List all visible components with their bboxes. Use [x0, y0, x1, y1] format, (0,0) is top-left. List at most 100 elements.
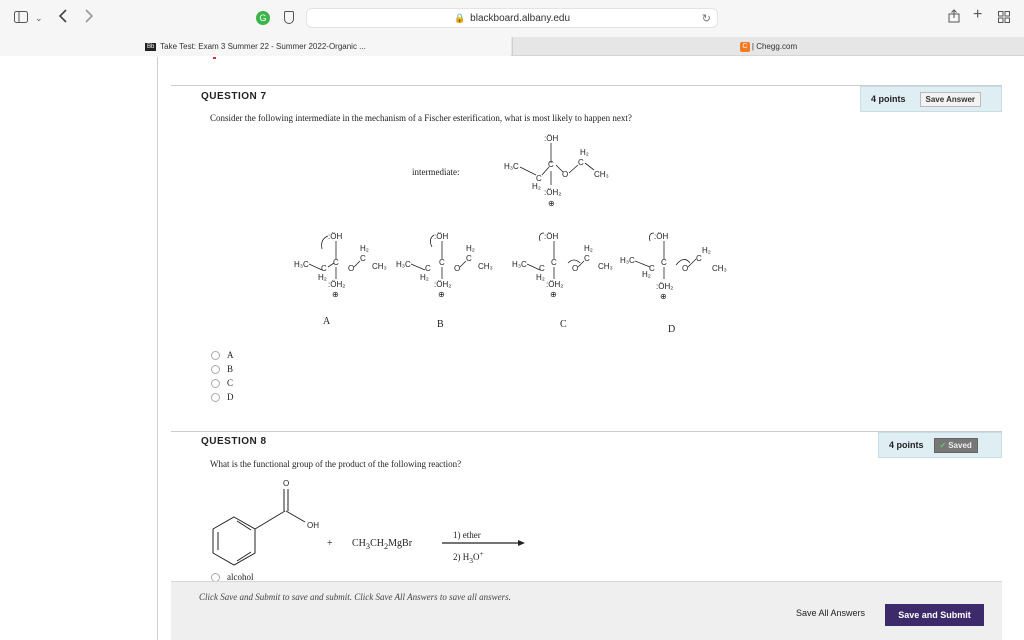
- svg-text:H₂: H₂: [466, 244, 475, 253]
- choice-a[interactable]: A: [211, 350, 234, 360]
- check-icon: ✓: [939, 440, 947, 450]
- svg-text::ÖH₂: :ÖH₂: [328, 280, 345, 289]
- privacy-icon[interactable]: [284, 11, 294, 24]
- question-7-points-panel: 4 points Save Answer: [860, 86, 1002, 112]
- lock-icon: 🔒: [453, 12, 466, 23]
- radio-button[interactable]: [211, 350, 220, 360]
- url-text: blackboard.albany.edu: [470, 12, 571, 24]
- svg-text:CH₃: CH₃: [594, 170, 609, 179]
- blackboard-favicon-icon: Bb: [145, 42, 157, 51]
- benzoic-acid-structure: O OH: [212, 479, 319, 566]
- svg-text:H₃C: H₃C: [512, 260, 527, 269]
- submission-footer: Click Save and Submit to save and submit…: [171, 581, 1002, 640]
- svg-text:C: C: [548, 160, 554, 169]
- reload-icon[interactable]: ↻: [702, 12, 711, 25]
- tab-label: Take Test: Exam 3 Summer 22 - Summer 202…: [160, 42, 366, 51]
- question-8-title: QUESTION 8: [201, 436, 267, 447]
- svg-text:OH: OH: [307, 521, 319, 530]
- svg-text:C: C: [333, 258, 339, 267]
- svg-text:H₂: H₂: [318, 273, 327, 282]
- test-page: QUESTION 7 4 points Save Answer Consider…: [0, 57, 1024, 640]
- svg-text:CH₃: CH₃: [598, 262, 613, 271]
- svg-text:C: C: [439, 258, 445, 267]
- svg-text:C: C: [696, 254, 702, 263]
- svg-text:O: O: [572, 264, 578, 273]
- svg-text:O: O: [348, 264, 354, 273]
- svg-text:H₃C: H₃C: [294, 260, 309, 269]
- svg-text:C: C: [578, 158, 584, 167]
- sidebar-icon[interactable]: [14, 9, 28, 27]
- svg-text:H₃C: H₃C: [504, 162, 519, 171]
- save-all-answers-button[interactable]: Save All Answers: [796, 608, 865, 618]
- plus-sign: +: [327, 538, 333, 549]
- option-label-c: C: [560, 319, 567, 330]
- option-label-a: A: [323, 316, 331, 327]
- svg-text:CH₃: CH₃: [478, 262, 493, 271]
- back-icon[interactable]: [58, 9, 68, 27]
- radio-button[interactable]: [211, 364, 220, 374]
- question-7-title: QUESTION 7: [201, 91, 267, 102]
- share-icon[interactable]: [948, 9, 960, 27]
- svg-text:C: C: [661, 258, 667, 267]
- reaction-arrow-icon: [442, 540, 525, 546]
- tab-chegg[interactable]: C | Chegg.com: [512, 37, 1024, 56]
- address-bar[interactable]: 🔒 blackboard.albany.edu ↻: [306, 8, 718, 28]
- choice-c[interactable]: C: [211, 378, 233, 388]
- option-label-b: B: [437, 319, 444, 330]
- svg-text:O: O: [562, 170, 568, 179]
- option-structures: :ÖH H₃C C C H₂ O C H₂ CH₃ :ÖH₂ ⊕ :ÖH H₃C…: [294, 232, 727, 301]
- tab-overview-icon[interactable]: [998, 9, 1010, 27]
- choice-b[interactable]: B: [211, 364, 233, 374]
- forward-icon[interactable]: [84, 9, 94, 27]
- svg-text:H₂: H₂: [532, 182, 541, 191]
- svg-text:H₃C: H₃C: [620, 256, 635, 265]
- svg-text::ÖH: :ÖH: [328, 232, 342, 241]
- save-answer-button[interactable]: Save Answer: [919, 91, 982, 107]
- svg-text:⊕: ⊕: [550, 290, 557, 299]
- tab-label: | Chegg.com: [751, 42, 798, 51]
- choice-d[interactable]: D: [211, 392, 234, 402]
- svg-text:C: C: [425, 264, 431, 273]
- new-tab-icon[interactable]: +: [973, 6, 982, 24]
- structure-c: :ÖH H₃C C C H₂ O C H₂ CH₃ :ÖH₂ ⊕: [512, 232, 613, 299]
- svg-text:⊕: ⊕: [548, 199, 555, 208]
- structure-d: :ÖH H₃C C C H₂ O C H₂ CH₃ :ÖH₂ ⊕: [620, 232, 727, 301]
- svg-text:C: C: [539, 264, 545, 273]
- question-8-text: What is the functional group of the prod…: [210, 459, 462, 469]
- browser-toolbar: ⌄ G 🔒 blackboard.albany.edu ↻ +: [0, 0, 1024, 37]
- tab-bar: Bb Take Test: Exam 3 Summer 22 - Summer …: [0, 37, 1024, 56]
- structure-b: :ÖH H₃C C C H₂ O C H₂ CH₃ :ÖH₂ ⊕: [396, 232, 493, 299]
- svg-text::ÖH₂: :ÖH₂: [434, 280, 451, 289]
- svg-text::ÖH: :ÖH: [544, 134, 558, 143]
- svg-text:O: O: [682, 264, 688, 273]
- radio-button[interactable]: [211, 392, 220, 402]
- chevron-down-icon[interactable]: ⌄: [35, 9, 43, 27]
- svg-text:H₂: H₂: [420, 273, 429, 282]
- svg-text:H₂: H₂: [580, 148, 589, 157]
- svg-text:CH₃: CH₃: [372, 262, 387, 271]
- svg-text::ÖH: :ÖH: [544, 232, 558, 241]
- footer-instructions: Click Save and Submit to save and submit…: [199, 592, 511, 602]
- svg-text:H₂: H₂: [360, 244, 369, 253]
- chegg-favicon-icon: C: [739, 41, 750, 52]
- reagent-label: CH3CH2MgBr: [352, 538, 413, 551]
- radio-button[interactable]: [211, 378, 220, 388]
- reaction-step-2: 2) H3O+: [453, 549, 484, 565]
- structure-a: :ÖH H₃C C C H₂ O C H₂ CH₃ :ÖH₂ ⊕: [294, 232, 387, 299]
- grammarly-icon[interactable]: G: [256, 11, 270, 25]
- tab-blackboard[interactable]: Bb Take Test: Exam 3 Summer 22 - Summer …: [0, 37, 511, 56]
- svg-text:O: O: [454, 264, 460, 273]
- decoration: [213, 57, 216, 59]
- points-label: 4 points: [871, 94, 906, 104]
- intermediate-structure: :ÖH H₃C C C H₂ O C H₂ CH₃ :ÖH₂ ⊕: [504, 134, 609, 208]
- option-label-d: D: [668, 324, 676, 335]
- svg-text::ÖH: :ÖH: [434, 232, 448, 241]
- save-and-submit-button[interactable]: Save and Submit: [885, 604, 984, 626]
- svg-text:H₂: H₂: [642, 270, 651, 279]
- svg-text:⊕: ⊕: [438, 290, 445, 299]
- svg-text::ÖH₂: :ÖH₂: [546, 280, 563, 289]
- svg-text:C: C: [321, 264, 327, 273]
- saved-button[interactable]: ✓ Saved: [933, 437, 978, 453]
- question-7-text: Consider the following intermediate in t…: [210, 113, 632, 123]
- svg-text:C: C: [551, 258, 557, 267]
